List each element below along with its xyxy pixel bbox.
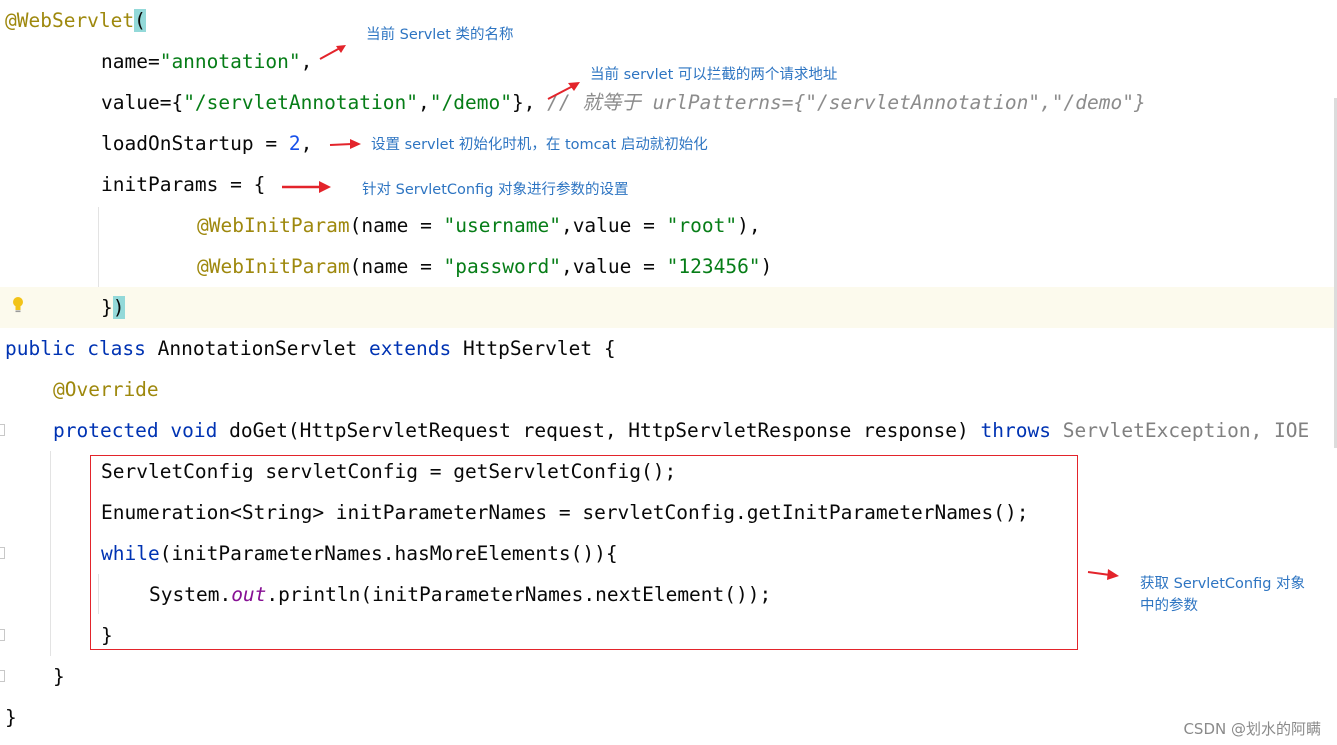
matched-paren: ) — [112, 296, 125, 319]
class-name-token: AnnotationServlet — [157, 337, 358, 360]
note-servlet-name: 当前 Servlet 类的名称 — [366, 27, 514, 43]
annotation-token: @WebInitParam — [197, 214, 350, 237]
code-token: , — [300, 132, 313, 155]
code-token: initParams = { — [101, 173, 266, 196]
watermark: CSDN @划水的阿瞒 — [1183, 720, 1321, 738]
code-line-5: initParams = { — [101, 164, 265, 205]
indent-guide — [98, 207, 99, 287]
matched-paren: ( — [134, 9, 146, 32]
code-token: HttpServlet { — [462, 337, 616, 360]
arrow-icon — [329, 139, 361, 149]
highlight-box — [90, 455, 1078, 650]
exception-token: ServletException, IOE — [1062, 419, 1310, 442]
code-line-6: @WebInitParam(name = "username",value = … — [197, 205, 761, 246]
code-token: }, — [511, 91, 536, 114]
code-line-11: protected void doGet(HttpServletRequest … — [53, 410, 1309, 451]
arrow-icon — [282, 181, 331, 193]
note-init-params: 针对 ServletConfig 对象进行参数的设置 — [362, 182, 629, 198]
code-line-3: value={"/servletAnnotation","/demo"}, //… — [101, 82, 1146, 123]
string-token: "root" — [666, 214, 738, 237]
code-line-1: @WebServlet( — [5, 0, 146, 41]
string-token: "password" — [443, 255, 561, 278]
lightbulb-icon[interactable] — [11, 296, 25, 314]
code-line-8-current — [0, 287, 1337, 328]
note-get-params-line2: 中的参数 — [1140, 598, 1198, 614]
annotation-token: @WebInitParam — [197, 255, 350, 278]
indent-guide — [50, 451, 51, 656]
code-token: } — [101, 296, 113, 319]
string-token: "annotation" — [159, 50, 301, 73]
string-token: "username" — [443, 214, 561, 237]
keyword-token: class — [87, 337, 146, 360]
string-token: "123456" — [666, 255, 761, 278]
keyword-token: protected — [53, 419, 159, 442]
code-line-9: public class AnnotationServlet extends H… — [5, 328, 616, 369]
number-token: 2 — [288, 132, 301, 155]
code-token: } — [53, 665, 65, 688]
code-token: ) — [760, 255, 773, 278]
note-load-on-startup: 设置 servlet 初始化时机，在 tomcat 启动就初始化 — [371, 137, 708, 153]
annotation-token: @Override — [53, 378, 159, 401]
code-token: , — [300, 50, 313, 73]
code-line-7: @WebInitParam(name = "password",value = … — [197, 246, 772, 287]
fold-marker-icon[interactable] — [0, 424, 5, 436]
arrow-icon — [1087, 569, 1119, 580]
comment-token: // 就等于 urlPatterns={"/servletAnnotation"… — [547, 91, 1146, 114]
code-token: ,value = — [560, 255, 667, 278]
string-token: "/servletAnnotation" — [183, 91, 418, 114]
fold-marker-icon[interactable] — [0, 629, 5, 641]
string-token: "/demo" — [429, 91, 512, 114]
code-token: loadOnStartup = — [101, 132, 289, 155]
arrow-icon — [547, 82, 580, 100]
arrow-icon — [319, 45, 346, 60]
keyword-token: throws — [980, 419, 1051, 442]
keyword-token: extends — [369, 337, 452, 360]
fold-marker-icon[interactable] — [0, 547, 5, 559]
code-token: value={ — [101, 91, 184, 114]
code-line-18: } — [5, 697, 17, 738]
code-line-2: name="annotation", — [101, 41, 312, 82]
code-token: ), — [737, 214, 761, 237]
code-token: (name = — [349, 214, 444, 237]
note-get-params-line1: 获取 ServletConfig 对象 — [1140, 576, 1306, 592]
code-token: name= — [101, 50, 160, 73]
fold-marker-icon[interactable] — [0, 670, 5, 682]
code-line-8: }) — [101, 287, 125, 328]
code-token: } — [5, 706, 17, 729]
note-url-patterns: 当前 servlet 可以拦截的两个请求地址 — [590, 67, 838, 83]
code-line-10: @Override — [53, 369, 159, 410]
keyword-token: public — [5, 337, 76, 360]
code-token: (name = — [349, 255, 444, 278]
method-signature-token: doGet(HttpServletRequest request, HttpSe… — [229, 419, 969, 442]
annotation-token: @WebServlet — [5, 9, 135, 32]
code-line-4: loadOnStartup = 2, — [101, 123, 312, 164]
code-token: , — [418, 91, 430, 114]
code-token: ,value = — [560, 214, 667, 237]
code-line-17: } — [53, 656, 65, 697]
keyword-token: void — [170, 419, 218, 442]
